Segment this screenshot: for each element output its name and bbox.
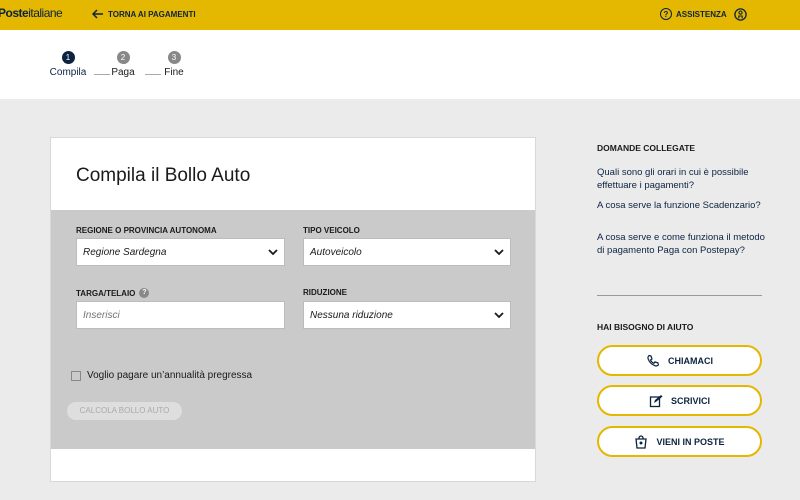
edit-pencil-icon bbox=[649, 394, 663, 407]
calcola-bollo-button[interactable]: CALCOLA BOLLO AUTO bbox=[67, 402, 182, 420]
faq-heading: DOMANDE COLLEGATE bbox=[597, 143, 696, 153]
checkbox-label: Voglio pagare un’annualità pregressa bbox=[87, 370, 253, 381]
chevron-down-icon bbox=[494, 249, 504, 256]
riduzione-selected-value: Nessuna riduzione bbox=[310, 309, 393, 321]
riduzione-select[interactable]: Nessuna riduzione bbox=[303, 301, 511, 329]
bollo-auto-form-card: Compila il Bollo Auto REGIONE O PROVINCI… bbox=[50, 137, 536, 482]
targa-label: TARGA/TELAIO ? bbox=[76, 288, 150, 298]
step-fine: 3 Fine bbox=[154, 51, 194, 78]
checkbox-box[interactable] bbox=[71, 370, 81, 381]
targa-input[interactable] bbox=[83, 309, 278, 321]
logo-bold-text: Poste bbox=[0, 6, 29, 20]
help-question-icon[interactable]: ? bbox=[139, 288, 150, 298]
targa-field[interactable] bbox=[76, 301, 285, 329]
top-header: Posteitaliane TORNA AI PAGAMENTI ? ASSIS… bbox=[0, 0, 800, 30]
write-us-label: SCRIVICI bbox=[670, 395, 710, 406]
poste-italiane-logo[interactable]: Posteitaliane bbox=[0, 6, 63, 20]
phone-icon bbox=[647, 354, 660, 367]
back-to-payments-link[interactable]: TORNA AI PAGAMENTI bbox=[92, 9, 196, 19]
visit-post-office-button[interactable]: VIENI IN POSTE bbox=[597, 426, 762, 457]
step-label: Paga bbox=[111, 67, 135, 78]
logo-light-text: italiane bbox=[28, 6, 63, 20]
faq-link-orari[interactable]: Quali sono gli orari in cui è possibile … bbox=[597, 166, 772, 192]
chevron-down-icon bbox=[494, 312, 504, 319]
targa-label-text: TARGA/TELAIO bbox=[76, 288, 136, 298]
step-compila: 1 Compila bbox=[48, 51, 88, 78]
assistance-label: ASSISTENZA bbox=[676, 9, 727, 19]
step-paga: 2 Paga bbox=[103, 51, 143, 78]
tipo-veicolo-label: TIPO VEICOLO bbox=[303, 226, 360, 235]
progress-stepper: 1 Compila 2 Paga 3 Fine bbox=[0, 30, 800, 99]
annualita-pregressa-checkbox[interactable]: Voglio pagare un’annualità pregressa bbox=[71, 370, 252, 381]
step-label: Fine bbox=[164, 67, 184, 78]
riduzione-label-text: RIDUZIONE bbox=[303, 288, 347, 297]
call-us-button[interactable]: CHIAMACI bbox=[597, 345, 762, 376]
chevron-down-icon bbox=[268, 249, 278, 256]
user-account-icon[interactable] bbox=[734, 8, 747, 21]
help-heading: HAI BISOGNO DI AIUTO bbox=[597, 322, 694, 332]
step-number: 1 bbox=[61, 51, 75, 64]
assistance-link[interactable]: ? ASSISTENZA bbox=[660, 8, 727, 20]
page-title: Compila il Bollo Auto bbox=[76, 165, 251, 186]
step-number: 3 bbox=[167, 51, 181, 64]
tipo-veicolo-select[interactable]: Autoveicolo bbox=[303, 238, 511, 266]
form-panel: REGIONE O PROVINCIA AUTONOMA Regione Sar… bbox=[51, 210, 535, 449]
faq-link-scadenzario[interactable]: A cosa serve la funzione Scadenzario? bbox=[597, 199, 772, 212]
sidebar-divider bbox=[597, 295, 762, 296]
write-us-button[interactable]: SCRIVICI bbox=[597, 385, 762, 416]
back-link-label: TORNA AI PAGAMENTI bbox=[108, 9, 196, 19]
bag-location-icon bbox=[635, 434, 648, 449]
step-label: Compila bbox=[49, 67, 87, 78]
tipo-label-text: TIPO VEICOLO bbox=[303, 226, 360, 235]
arrow-left-icon bbox=[92, 9, 103, 19]
step-number: 2 bbox=[116, 51, 130, 64]
call-us-label: CHIAMACI bbox=[668, 355, 713, 366]
regione-label: REGIONE O PROVINCIA AUTONOMA bbox=[76, 226, 217, 235]
faq-link-postepay[interactable]: A cosa serve e come funziona il metodo d… bbox=[597, 231, 772, 257]
tipo-selected-value: Autoveicolo bbox=[310, 246, 362, 258]
riduzione-label: RIDUZIONE bbox=[303, 288, 347, 297]
visit-label: VIENI IN POSTE bbox=[656, 436, 725, 447]
question-circle-icon: ? bbox=[660, 8, 672, 20]
regione-label-text: REGIONE O PROVINCIA AUTONOMA bbox=[76, 226, 217, 235]
regione-select[interactable]: Regione Sardegna bbox=[76, 238, 285, 266]
regione-selected-value: Regione Sardegna bbox=[83, 246, 167, 258]
